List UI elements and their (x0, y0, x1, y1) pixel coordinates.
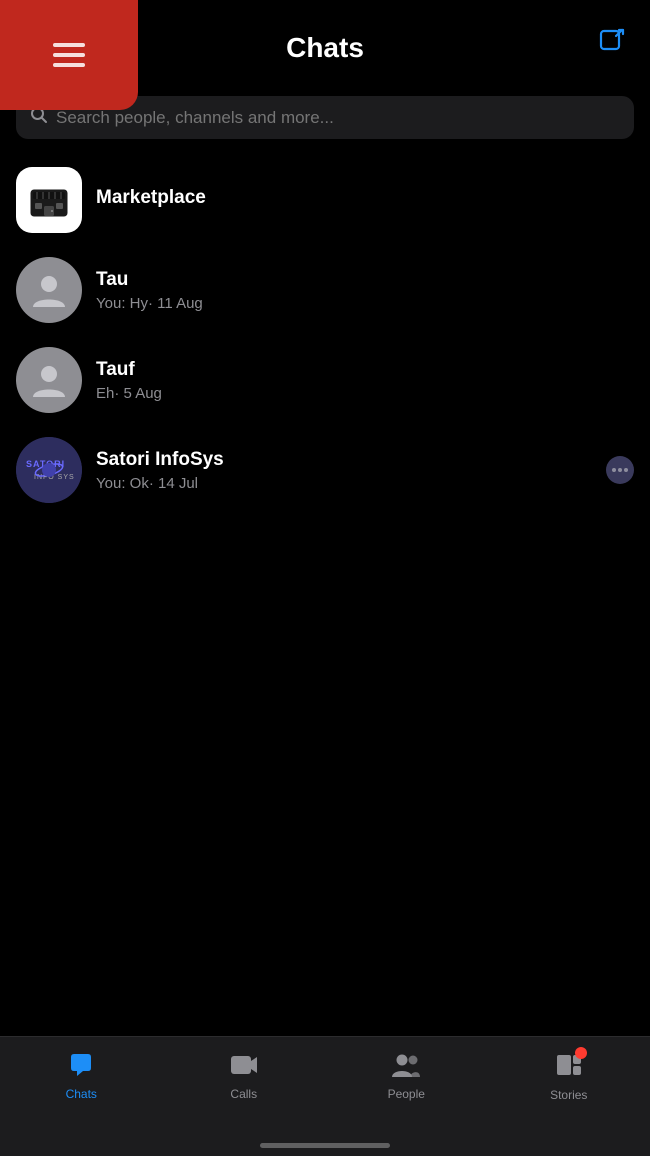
chat-list: Marketplace Tau You: Hy· 11 Aug Tauf (0, 155, 650, 515)
chat-preview-satori: You: Ok· 14 Jul (96, 475, 592, 492)
marketplace-icon (27, 178, 71, 222)
person-tau-icon (28, 269, 70, 311)
header: Chats (0, 0, 650, 88)
avatar-tau (16, 257, 82, 323)
nav-label-chats: Chats (66, 1087, 97, 1101)
satori-badge (606, 456, 634, 484)
page-title: Chats (286, 32, 364, 64)
chats-icon (67, 1051, 95, 1083)
home-indicator (260, 1143, 390, 1148)
search-input[interactable] (56, 108, 620, 128)
chat-info-satori: Satori InfoSys You: Ok· 14 Jul (96, 449, 592, 492)
chat-info-tau: Tau You: Hy· 11 Aug (96, 269, 634, 312)
person-tauf-icon (28, 359, 70, 401)
menu-button[interactable] (0, 0, 138, 110)
nav-item-stories[interactable]: Stories (488, 1051, 650, 1102)
nav-label-people: People (388, 1087, 425, 1101)
chat-name-tauf: Tauf (96, 359, 634, 381)
nav-item-chats[interactable]: Chats (0, 1051, 163, 1101)
chat-info-tauf: Tauf Eh· 5 Aug (96, 359, 634, 402)
avatar-marketplace (16, 167, 82, 233)
avatar-tauf (16, 347, 82, 413)
chat-item-tau[interactable]: Tau You: Hy· 11 Aug (0, 245, 650, 335)
badge-dots (612, 468, 628, 472)
chat-item-tauf[interactable]: Tauf Eh· 5 Aug (0, 335, 650, 425)
chat-item-marketplace[interactable]: Marketplace (0, 155, 650, 245)
stories-icon-wrap (555, 1051, 583, 1084)
bottom-nav: Chats Calls People (0, 1036, 650, 1156)
nav-item-people[interactable]: People (325, 1051, 488, 1101)
stories-notification-badge (575, 1047, 587, 1059)
avatar-satori: SATORI INFO SYS (16, 437, 82, 503)
compose-icon (598, 28, 626, 56)
nav-label-calls: Calls (230, 1087, 257, 1101)
chat-name-tau: Tau (96, 269, 634, 291)
chat-name-satori: Satori InfoSys (96, 449, 592, 471)
chat-info-marketplace: Marketplace (96, 187, 634, 213)
chat-preview-tau: You: Hy· 11 Aug (96, 295, 634, 312)
people-icon (390, 1051, 422, 1083)
chat-name-marketplace: Marketplace (96, 187, 634, 209)
nav-item-calls[interactable]: Calls (163, 1051, 326, 1101)
nav-label-stories: Stories (550, 1088, 587, 1102)
hamburger-icon (53, 43, 85, 67)
chat-preview-tauf: Eh· 5 Aug (96, 385, 634, 402)
chat-item-satori[interactable]: SATORI INFO SYS Satori InfoSys You: Ok· … (0, 425, 650, 515)
satori-logo-icon: SATORI INFO SYS (16, 437, 82, 503)
svg-text:INFO SYS: INFO SYS (34, 474, 75, 481)
compose-button[interactable] (594, 24, 630, 60)
calls-icon (229, 1051, 259, 1083)
